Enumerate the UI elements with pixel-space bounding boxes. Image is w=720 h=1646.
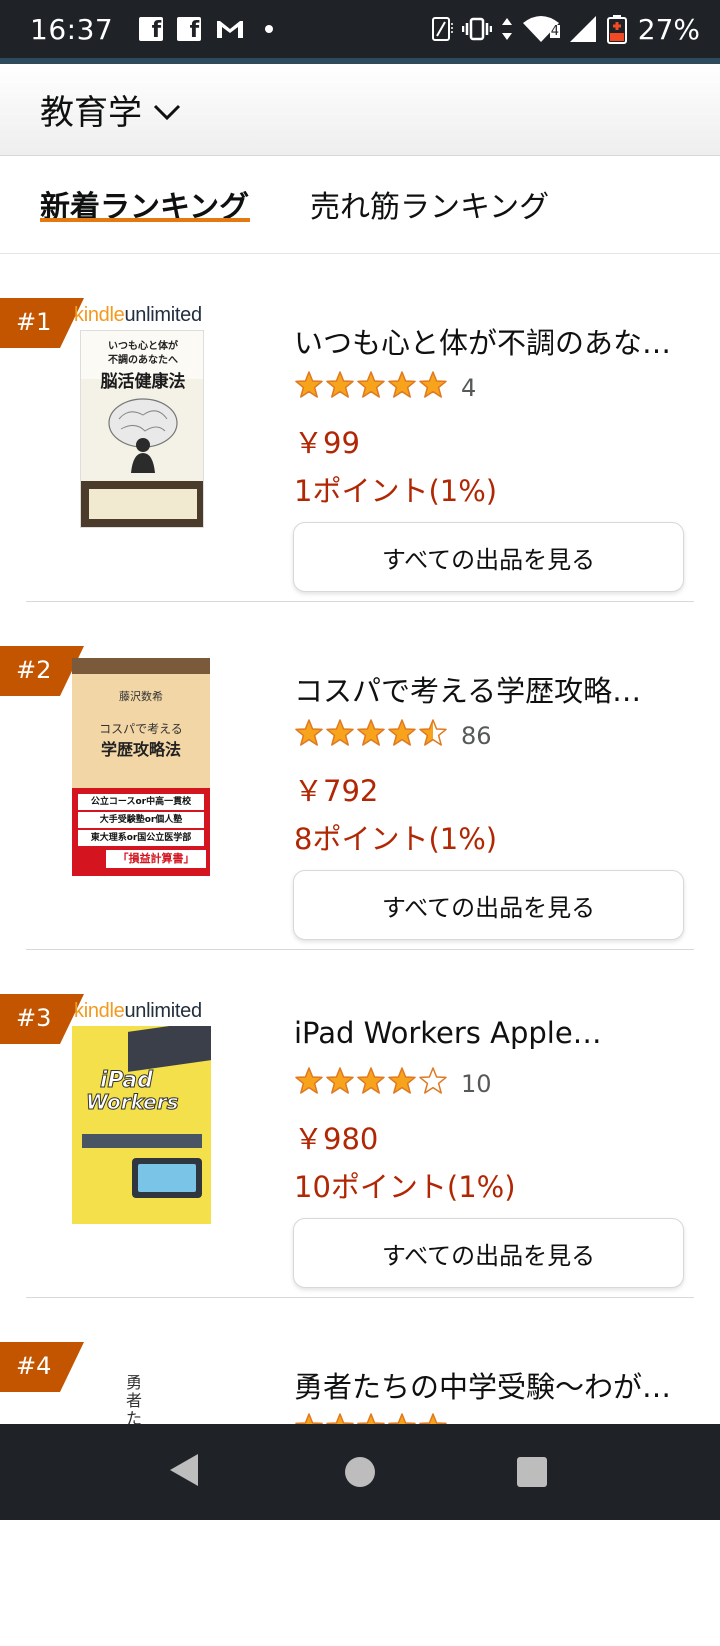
- status-time: 16:37: [30, 12, 114, 46]
- ranking-tabs: 新着ランキング 売れ筋ランキング: [0, 156, 720, 254]
- see-all-offers-button[interactable]: すべての出品を見る: [293, 870, 684, 940]
- kindle-unlimited-label: kindleunlimited: [74, 304, 202, 326]
- battery-icon: [606, 15, 627, 44]
- book-cover[interactable]: iPad Workers: [72, 1026, 211, 1224]
- book-cover[interactable]: 藤沢数希 コスパで考える 学歴攻略法 公立コースor中高一貫校 大手受験塾or個…: [72, 658, 210, 876]
- cover-text: 不調のあなたへ: [108, 355, 178, 366]
- status-bar: 16:37 f f 4 27%: [0, 0, 720, 58]
- kindle-unlimited-label: kindleunlimited: [74, 1000, 202, 1022]
- back-icon[interactable]: [168, 1452, 200, 1488]
- book-cover[interactable]: いつも心と体が 不調のあなたへ 脳活健康法: [80, 330, 204, 528]
- star-full-icon: [295, 371, 323, 398]
- star-full-icon: [357, 1067, 385, 1094]
- cover-text: 学歴攻略法: [100, 740, 181, 759]
- star-rating[interactable]: 86: [294, 716, 492, 750]
- facebook-icon: f: [177, 17, 202, 42]
- battery-percentage: 27%: [637, 12, 700, 46]
- see-all-offers-button[interactable]: すべての出品を見る: [293, 522, 684, 592]
- signal-icon: [569, 16, 596, 42]
- active-tab-indicator: [40, 218, 250, 222]
- cover-text: 「損益計算書」: [106, 850, 206, 868]
- cover-text: 大手受験塾or個人塾: [78, 812, 204, 828]
- star-full-icon: [357, 371, 385, 398]
- category-selector[interactable]: 教育学: [0, 64, 720, 156]
- rank-number: #2: [16, 656, 52, 684]
- cover-text: 脳活健康法: [100, 372, 186, 392]
- book-title[interactable]: iPad Workers Apple…: [294, 1016, 694, 1050]
- star-full-icon: [326, 719, 354, 746]
- points: 8ポイント(1%): [294, 822, 498, 856]
- book-title[interactable]: いつも心と体が不調のあな…: [294, 320, 694, 362]
- star-full-icon: [326, 1067, 354, 1094]
- ranking-item[interactable]: #1 kindleunlimited いつも心と体が 不調のあなたへ 脳活健康法…: [0, 254, 720, 602]
- star-rating[interactable]: 4: [294, 368, 476, 402]
- gmail-icon: [217, 21, 244, 38]
- cover-text: いつも心と体が: [108, 341, 178, 352]
- star-full-icon: [419, 371, 447, 398]
- rank-badge: #4: [0, 1342, 84, 1392]
- home-icon[interactable]: [345, 1457, 375, 1487]
- recent-apps-icon[interactable]: [517, 1457, 547, 1487]
- star-empty-icon: [419, 1067, 447, 1094]
- wifi-icon: 4: [522, 15, 561, 43]
- rank-number: #3: [16, 1004, 52, 1032]
- book-title[interactable]: コスパで考える学歴攻略…: [294, 668, 694, 710]
- star-rating[interactable]: 10: [294, 1064, 492, 1098]
- points: 1ポイント(1%): [294, 474, 498, 508]
- ranking-item[interactable]: #3 kindleunlimited iPad Workers iPad Wor…: [0, 950, 720, 1298]
- star-full-icon: [388, 371, 416, 398]
- star-half-icon: [419, 719, 447, 746]
- review-count: 10: [461, 1070, 492, 1098]
- rank-number: #4: [16, 1352, 52, 1380]
- cover-text: Workers: [86, 1090, 179, 1115]
- vibrate-icon: [461, 17, 492, 41]
- facebook-icon: f: [139, 17, 164, 42]
- system-navigation-bar: [0, 1424, 720, 1520]
- nfc-icon: [431, 17, 453, 41]
- book-title[interactable]: 勇者たちの中学受験〜わが…: [294, 1364, 694, 1406]
- star-full-icon: [357, 719, 385, 746]
- cover-text: 東大理系or国公立医学部: [78, 830, 204, 846]
- star-full-icon: [295, 719, 323, 746]
- see-all-offers-button[interactable]: すべての出品を見る: [293, 1218, 684, 1288]
- notification-dot-icon: [265, 25, 274, 33]
- rank-number: #1: [16, 308, 52, 336]
- star-full-icon: [326, 371, 354, 398]
- ranking-item[interactable]: #2 藤沢数希 コスパで考える 学歴攻略法 公立コースor中高一貫校 大手受験塾…: [0, 602, 720, 950]
- star-full-icon: [388, 719, 416, 746]
- network-badge: 4: [549, 24, 561, 39]
- brain-illustration: [108, 398, 178, 473]
- price: ￥99: [294, 426, 360, 460]
- data-arrows-icon: [501, 18, 512, 40]
- tab-best-sellers[interactable]: 売れ筋ランキング: [310, 182, 549, 226]
- star-full-icon: [388, 1067, 416, 1094]
- price: ￥980: [294, 1122, 379, 1156]
- cover-text: 公立コースor中高一貫校: [78, 794, 204, 810]
- chevron-down-icon: [153, 104, 181, 120]
- points: 10ポイント(1%): [294, 1170, 516, 1204]
- cover-text: 藤沢数希: [119, 690, 163, 703]
- rank-badge: #1: [0, 298, 84, 348]
- star-full-icon: [295, 1067, 323, 1094]
- review-count: 86: [461, 722, 492, 750]
- cover-text: コスパで考える: [99, 722, 183, 736]
- category-title: 教育学: [40, 93, 142, 133]
- review-count: 4: [461, 374, 477, 402]
- price: ￥792: [294, 774, 379, 808]
